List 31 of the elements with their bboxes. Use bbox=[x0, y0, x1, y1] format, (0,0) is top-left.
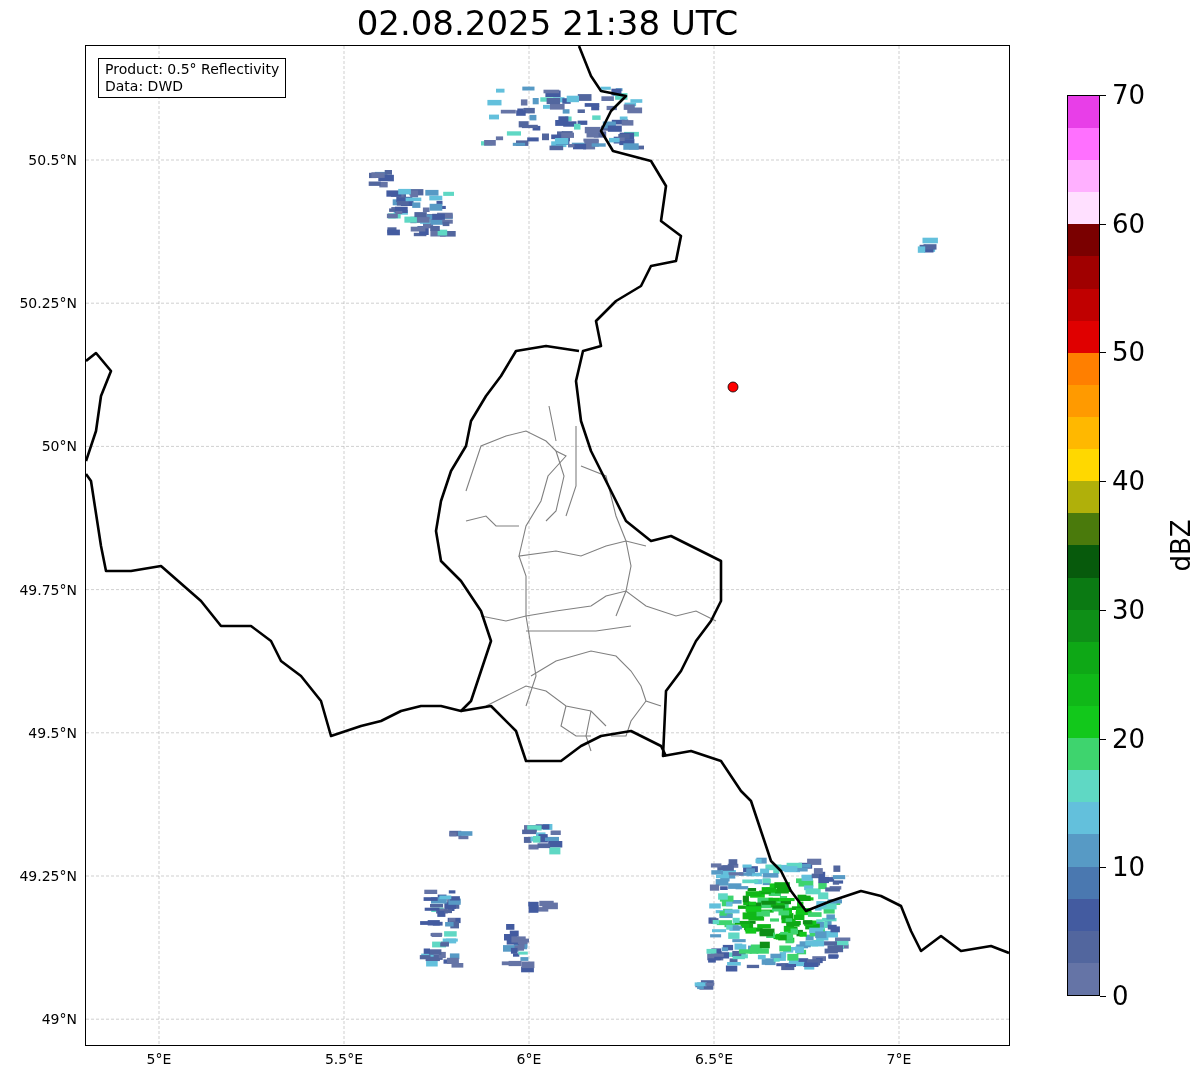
legend-text: Product: 0.5° Reflectivity bbox=[105, 61, 280, 78]
radar-echo bbox=[528, 900, 558, 913]
radar-echo bbox=[694, 980, 715, 990]
legend-text: Data: DWD bbox=[105, 78, 184, 95]
radar-echo bbox=[522, 824, 563, 855]
colorbar-tick-label: 60 bbox=[1112, 208, 1146, 239]
radar-echo bbox=[917, 237, 938, 253]
y-tick-label: 49.75°N bbox=[19, 580, 77, 599]
radar-echo bbox=[501, 924, 535, 973]
colorbar-tick-label: 0 bbox=[1112, 981, 1129, 1011]
y-tick-label: 50.25°N bbox=[19, 294, 77, 313]
colorbar-tick-label: 50 bbox=[1112, 337, 1146, 368]
colorbar-tick-label: 40 bbox=[1112, 466, 1146, 497]
y-tick-label: 50°N bbox=[41, 437, 77, 456]
x-tick-label: 6.5°E bbox=[694, 1050, 734, 1068]
y-tick-label: 49.5°N bbox=[28, 723, 77, 742]
x-tick-label: 5°E bbox=[146, 1050, 172, 1068]
colorbar-label: dBZ bbox=[1164, 519, 1197, 572]
y-tick-label: 49.25°N bbox=[19, 867, 77, 885]
y-tick-label: 50.5°N bbox=[28, 151, 77, 169]
x-tick-label: 7°E bbox=[886, 1050, 912, 1068]
x-tick-label: 6°E bbox=[516, 1050, 542, 1068]
colorbar-tick-label: 30 bbox=[1112, 594, 1146, 625]
y-tick-label: 49°N bbox=[41, 1010, 77, 1029]
radar-echo bbox=[449, 830, 473, 840]
colorbar-tick-label: 20 bbox=[1112, 723, 1146, 754]
colorbar-tick-label: 70 bbox=[1112, 80, 1146, 110]
x-tick-label: 5.5°E bbox=[324, 1050, 364, 1068]
colorbar-tick-label: 10 bbox=[1112, 852, 1146, 883]
radar-site-marker bbox=[727, 381, 739, 393]
chart-title: 02.08.2025 21:38 UTC bbox=[356, 2, 739, 45]
